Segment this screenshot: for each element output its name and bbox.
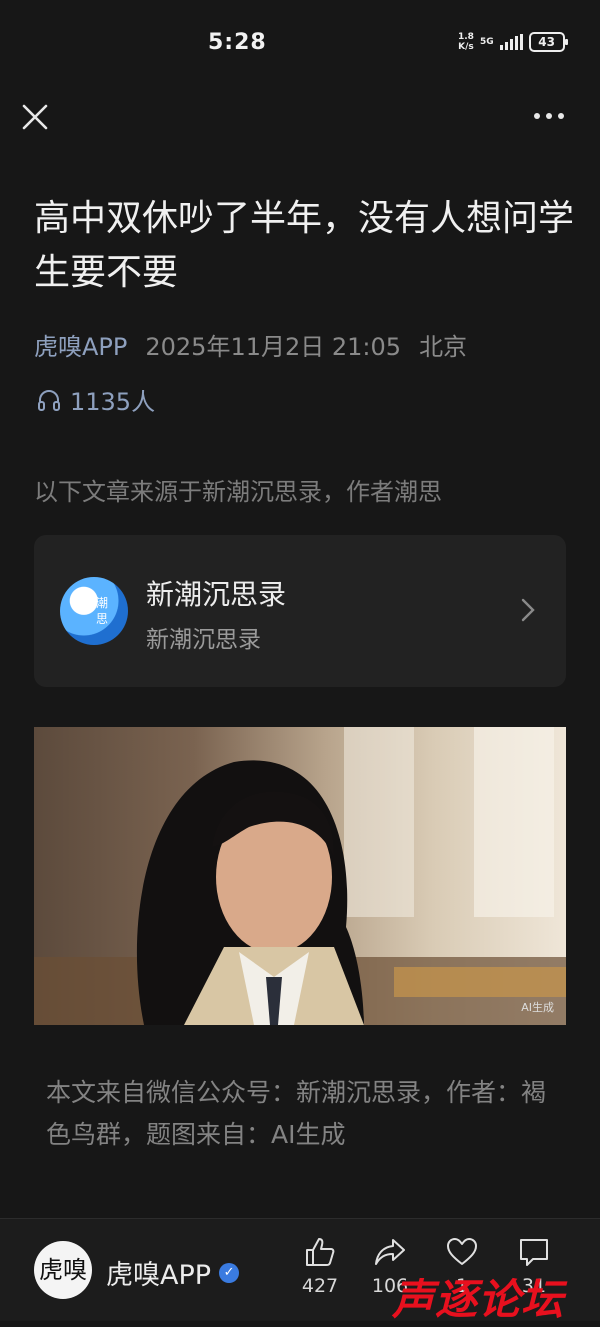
article-title: 高中双休吵了半年，没有人想问学生要不要 xyxy=(34,198,575,293)
more-dots-icon xyxy=(534,113,540,119)
status-time: 5:28 xyxy=(208,30,267,55)
signal-icon xyxy=(499,34,523,50)
thumbs-up-icon xyxy=(306,1238,335,1266)
publish-date: 2025年11月2日 21:05 xyxy=(145,333,402,361)
account-subtitle: 新潮沉思录 xyxy=(146,627,261,653)
ai-generated-tag: AI生成 xyxy=(521,1001,554,1014)
heart-icon xyxy=(447,1238,477,1265)
headphones-icon xyxy=(38,389,60,411)
share-icon xyxy=(375,1239,405,1265)
publisher-name[interactable]: 虎嗅APP ✓ xyxy=(106,1253,240,1292)
close-button[interactable] xyxy=(18,100,52,134)
source-notice: 以下文章来源于新潮沉思录，作者潮思 xyxy=(34,478,442,506)
close-icon xyxy=(22,104,48,130)
network-type: 5G xyxy=(479,37,494,47)
article-meta: 虎嗅APP 2025年11月2日 21:05 北京 xyxy=(34,327,467,362)
status-indicators: 1.8 K/s 5G 43 xyxy=(458,32,568,52)
net-speed: 1.8 K/s xyxy=(458,32,474,52)
forum-watermark: 声逐论坛 xyxy=(392,1275,565,1324)
article-header-image: AI生成 xyxy=(34,727,566,1025)
listener-count: 1135人 xyxy=(70,388,156,416)
more-options-button[interactable] xyxy=(534,104,574,128)
article-credit: 本文来自微信公众号：新潮沉思录，作者：褐色鸟群，题图来自：AI生成 xyxy=(46,1078,547,1149)
like-count: 427 xyxy=(301,1275,339,1297)
account-logo: 潮思 xyxy=(60,577,128,645)
photo-illustration xyxy=(34,727,566,1025)
source-account-card[interactable]: 潮思 新潮沉思录 新潮沉思录 xyxy=(34,535,566,687)
battery-icon: 43 xyxy=(528,32,568,52)
listen-button[interactable]: 1135人 xyxy=(36,382,155,417)
avatar[interactable]: 虎嗅 xyxy=(34,1241,92,1299)
like-button[interactable]: 427 xyxy=(290,1235,350,1297)
verified-badge-icon: ✓ xyxy=(219,1262,240,1283)
author-link[interactable]: 虎嗅APP xyxy=(34,327,127,362)
location: 北京 xyxy=(419,333,468,361)
account-name: 新潮沉思录 xyxy=(146,578,287,611)
chevron-right-icon xyxy=(521,598,535,622)
comment-icon xyxy=(520,1239,548,1266)
